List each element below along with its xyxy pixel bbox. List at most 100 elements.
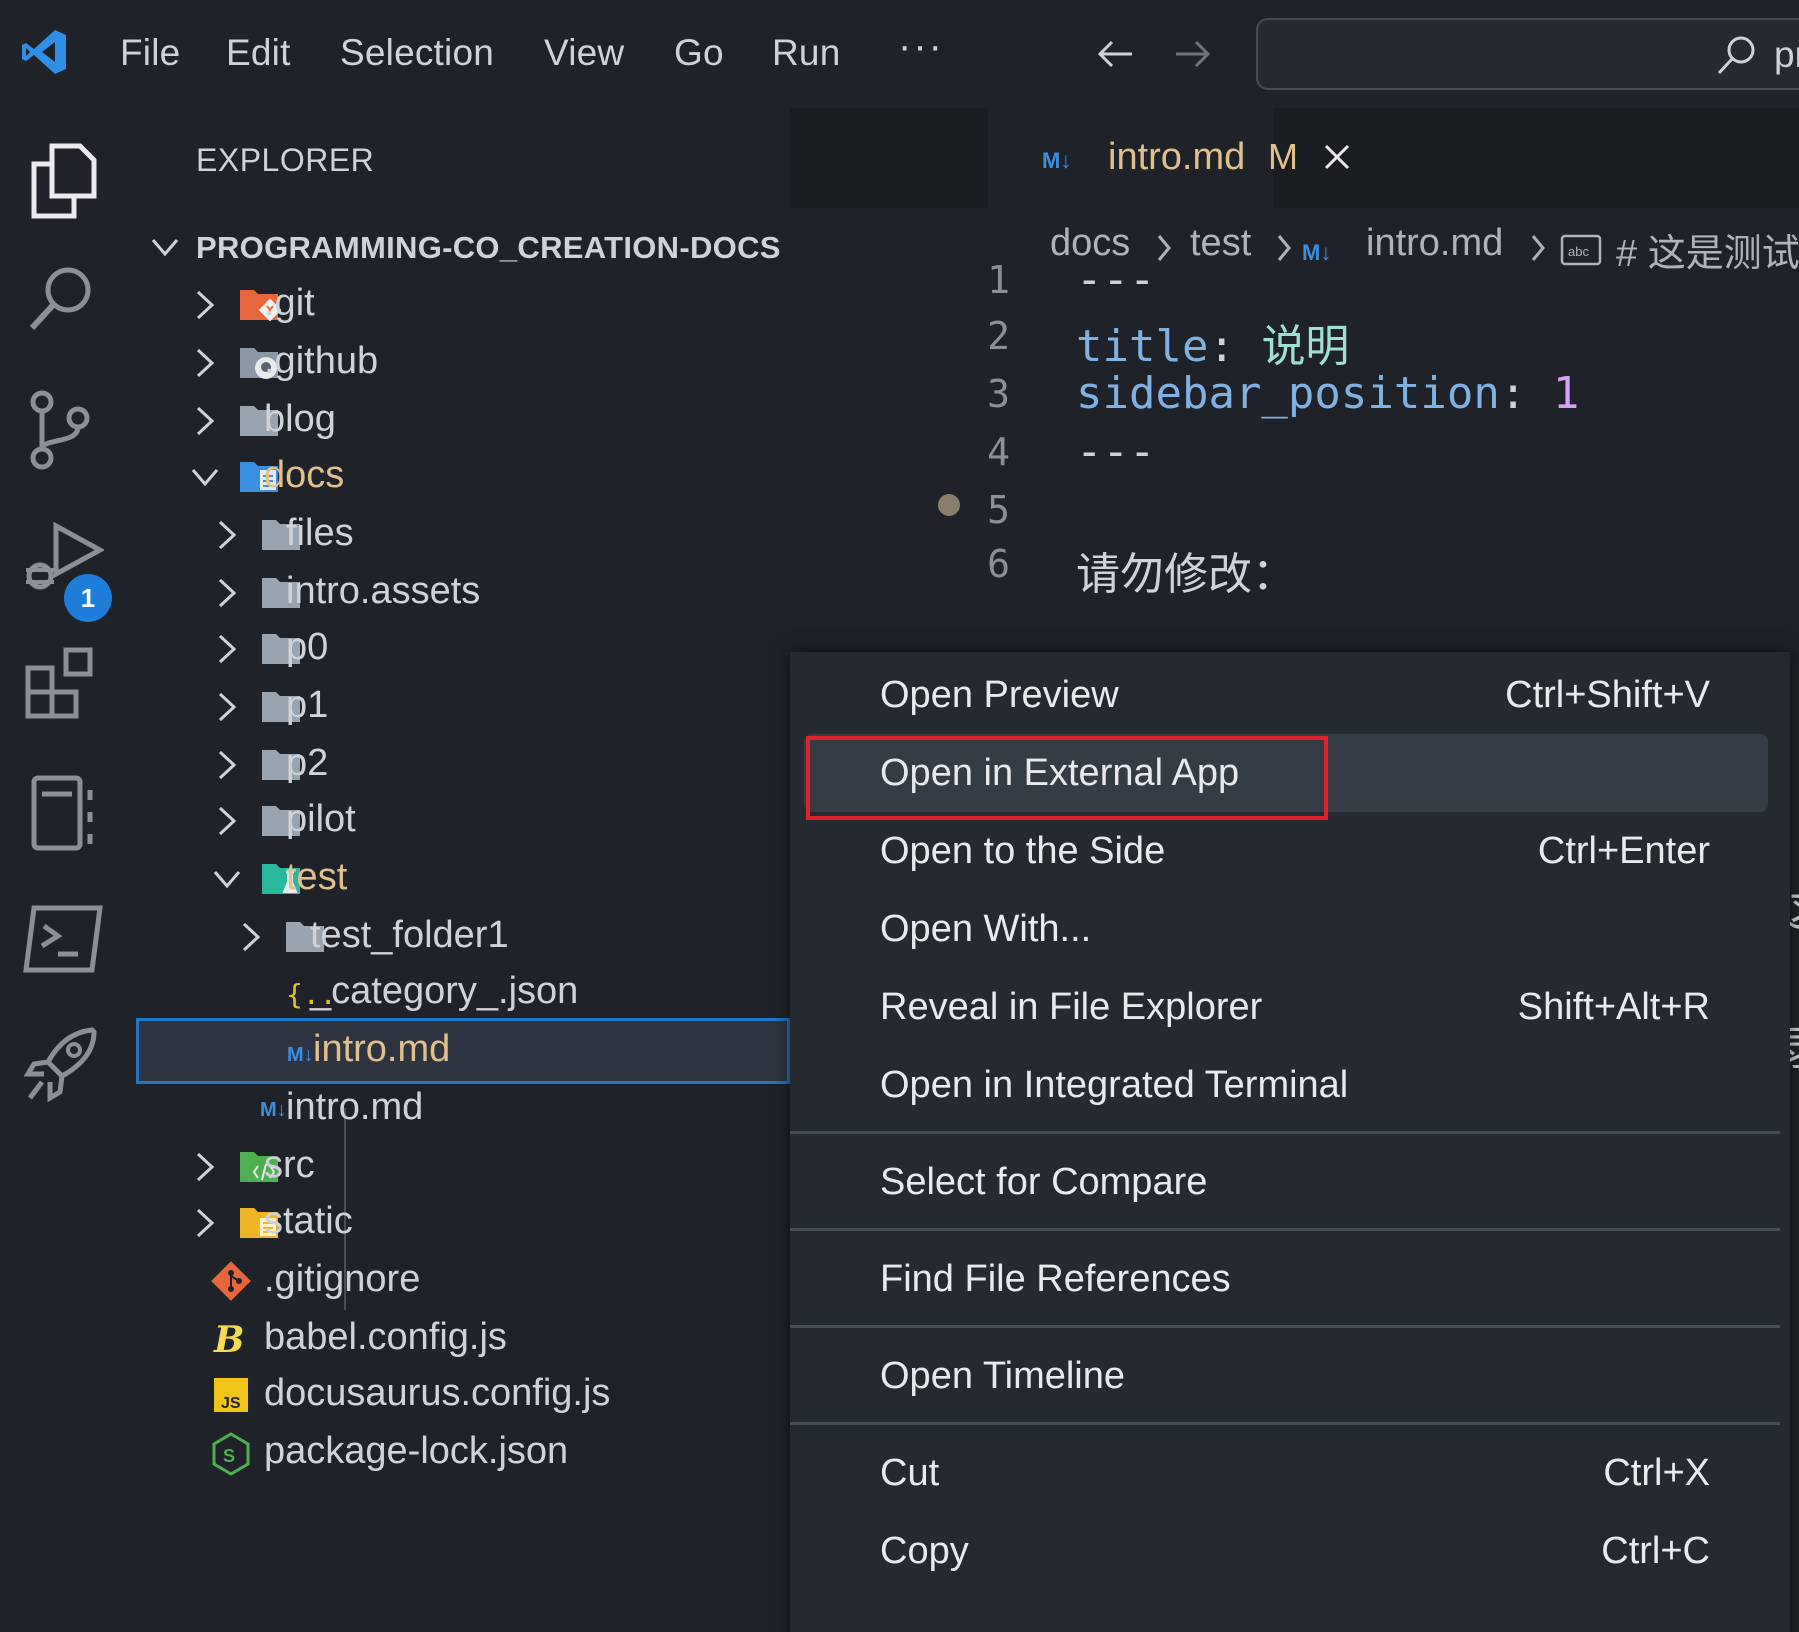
breadcrumb-intro-md[interactable]: intro.md: [1366, 222, 1503, 265]
search-sidebar-icon[interactable]: [22, 258, 104, 340]
tree-item-github-folder[interactable]: .github: [126, 330, 790, 396]
menu-run[interactable]: Run: [772, 32, 840, 74]
tree-item-label: intro.md: [313, 1028, 451, 1070]
extensions-icon[interactable]: [22, 642, 104, 724]
svg-text:M↓: M↓: [1042, 148, 1071, 173]
tree-item-label: static: [264, 1200, 353, 1242]
chevron-right-icon: [196, 1208, 215, 1238]
menu-item-open-timeline[interactable]: Open Timeline: [804, 1337, 1768, 1415]
menu-file[interactable]: File: [120, 32, 180, 74]
menu-item-label: Open Timeline: [880, 1355, 1126, 1397]
tree-item-files-folder[interactable]: files: [126, 502, 790, 568]
svg-text:M↓: M↓: [1302, 240, 1331, 265]
chevron-right-icon: [218, 692, 237, 722]
menu-item-reveal-in-file-explorer[interactable]: Reveal in File Explorer Shift+Alt+R: [804, 968, 1768, 1046]
code-line[interactable]: title: 说明: [1076, 310, 1349, 374]
menu-item-shortcut: Ctrl+X: [1603, 1452, 1710, 1494]
code-token: 1: [1552, 368, 1580, 419]
tree-item-git-folder[interactable]: .git: [126, 272, 790, 338]
tree-item-label: docs: [264, 454, 345, 496]
breadcrumb-test[interactable]: test: [1190, 222, 1251, 265]
close-icon[interactable]: [1320, 140, 1354, 174]
workspace-root-row[interactable]: PROGRAMMING-CO_CREATION-DOCS: [126, 214, 790, 280]
js-file-icon: JS: [214, 1378, 248, 1412]
command-center-search[interactable]: pr: [1256, 18, 1799, 90]
tree-item-intro-md-selected[interactable]: M↓ intro.md: [136, 1018, 790, 1084]
tree-item-label: pilot: [286, 798, 356, 840]
tree-item-package-lock[interactable]: S package-lock.json: [126, 1420, 790, 1486]
back-arrow-icon[interactable]: [1094, 30, 1136, 78]
menu-item-find-file-references[interactable]: Find File References: [804, 1240, 1768, 1318]
tree-item-label: _category_.json: [310, 970, 579, 1012]
tree-item-docs-folder[interactable]: docs: [126, 444, 790, 510]
menu-item-shortcut: Ctrl+Enter: [1537, 830, 1710, 872]
breadcrumb: docs test M↓ intro.md abc # 这是测试: [790, 208, 1799, 292]
menu-item-shortcut: Ctrl+Shift+V: [1505, 674, 1710, 716]
tree-item-pilot-folder[interactable]: pilot: [126, 788, 790, 854]
menu-item-label: Cut: [880, 1452, 940, 1494]
menu-item-select-for-compare[interactable]: Select for Compare: [804, 1143, 1768, 1221]
menu-selection[interactable]: Selection: [340, 32, 494, 74]
tree-item-p1-folder[interactable]: p1: [126, 674, 790, 740]
code-line[interactable]: ---: [1076, 426, 1155, 477]
chevron-down-icon: [213, 871, 241, 889]
tree-item-docusaurus-config[interactable]: JS docusaurus.config.js: [126, 1362, 790, 1428]
line-number: 6: [987, 542, 1010, 586]
menu-item-open-preview[interactable]: Open Preview Ctrl+Shift+V: [804, 656, 1768, 734]
svg-text:JS: JS: [221, 1395, 241, 1412]
annotation-highlight-box: [806, 736, 1328, 820]
vscode-logo-icon: [22, 30, 66, 74]
tree-item-label: package-lock.json: [264, 1430, 569, 1472]
tree-item-label: files: [286, 512, 354, 554]
tree-item-static-folder[interactable]: static: [126, 1190, 790, 1256]
menu-item-shortcut: Ctrl+C: [1601, 1530, 1710, 1572]
breadcrumb-heading[interactable]: # 这是测试: [1616, 222, 1799, 277]
menu-item-label: Reveal in File Explorer: [880, 986, 1263, 1028]
rocket-deploy-icon[interactable]: [22, 1024, 104, 1106]
chevron-right-icon: [218, 750, 237, 780]
menu-item-cut[interactable]: Cut Ctrl+X: [804, 1434, 1768, 1512]
chevron-right-icon: [218, 634, 237, 664]
run-debug-icon[interactable]: [22, 516, 104, 598]
code-line[interactable]: 请勿修改：: [1076, 538, 1296, 602]
tree-item-label: intro.md: [286, 1086, 424, 1128]
menu-edit[interactable]: Edit: [226, 32, 291, 74]
tree-item-label: .github: [264, 340, 379, 382]
tree-item-p0-folder[interactable]: p0: [126, 616, 790, 682]
line-number: 3: [987, 372, 1010, 416]
forward-arrow-icon[interactable]: [1172, 30, 1214, 78]
chevron-right-icon: [196, 290, 215, 320]
menu-item-open-to-the-side[interactable]: Open to the Side Ctrl+Enter: [804, 812, 1768, 890]
menu-item-open-in-integrated-terminal[interactable]: Open in Integrated Terminal: [804, 1046, 1768, 1124]
terminal-panel-icon[interactable]: [22, 898, 104, 980]
tree-item-gitignore[interactable]: .gitignore: [126, 1248, 790, 1314]
notebook-icon[interactable]: [22, 772, 104, 854]
tree-item-label: p0: [286, 626, 329, 668]
code-token: :: [1208, 321, 1262, 372]
menu-item-label: Find File References: [880, 1258, 1231, 1300]
menu-more-button[interactable]: ···: [898, 24, 944, 69]
svg-text:B: B: [213, 1319, 244, 1361]
code-token: :: [1499, 368, 1553, 419]
source-control-icon[interactable]: [22, 388, 104, 470]
line-number: 1: [987, 258, 1010, 302]
chevron-right-icon: [1157, 235, 1171, 261]
code-line[interactable]: sidebar_position: 1: [1076, 368, 1579, 419]
menu-item-copy[interactable]: Copy Ctrl+C: [804, 1512, 1768, 1590]
markdown-file-icon: M↓: [1042, 148, 1071, 173]
tab-intro-md[interactable]: M↓ intro.md M: [988, 108, 1350, 208]
tree-item-label: p2: [286, 742, 329, 784]
explorer-files-icon[interactable]: [22, 138, 104, 220]
code-line[interactable]: ---: [1076, 254, 1155, 305]
svg-text:S: S: [223, 1446, 235, 1466]
tree-item-test-folder[interactable]: test: [126, 846, 790, 912]
tree-item-category-json[interactable]: {..} _category_.json: [126, 960, 790, 1026]
code-token: ---: [1076, 426, 1156, 477]
menu-go[interactable]: Go: [674, 32, 724, 74]
menu-view[interactable]: View: [544, 32, 624, 74]
tree-item-intro-md[interactable]: M↓ intro.md: [126, 1076, 790, 1142]
tree-item-label: docusaurus.config.js: [264, 1372, 611, 1414]
chevron-right-icon: [1277, 235, 1291, 261]
symbol-string-icon: abc: [1560, 234, 1602, 266]
menu-item-open-with[interactable]: Open With...: [804, 890, 1768, 968]
